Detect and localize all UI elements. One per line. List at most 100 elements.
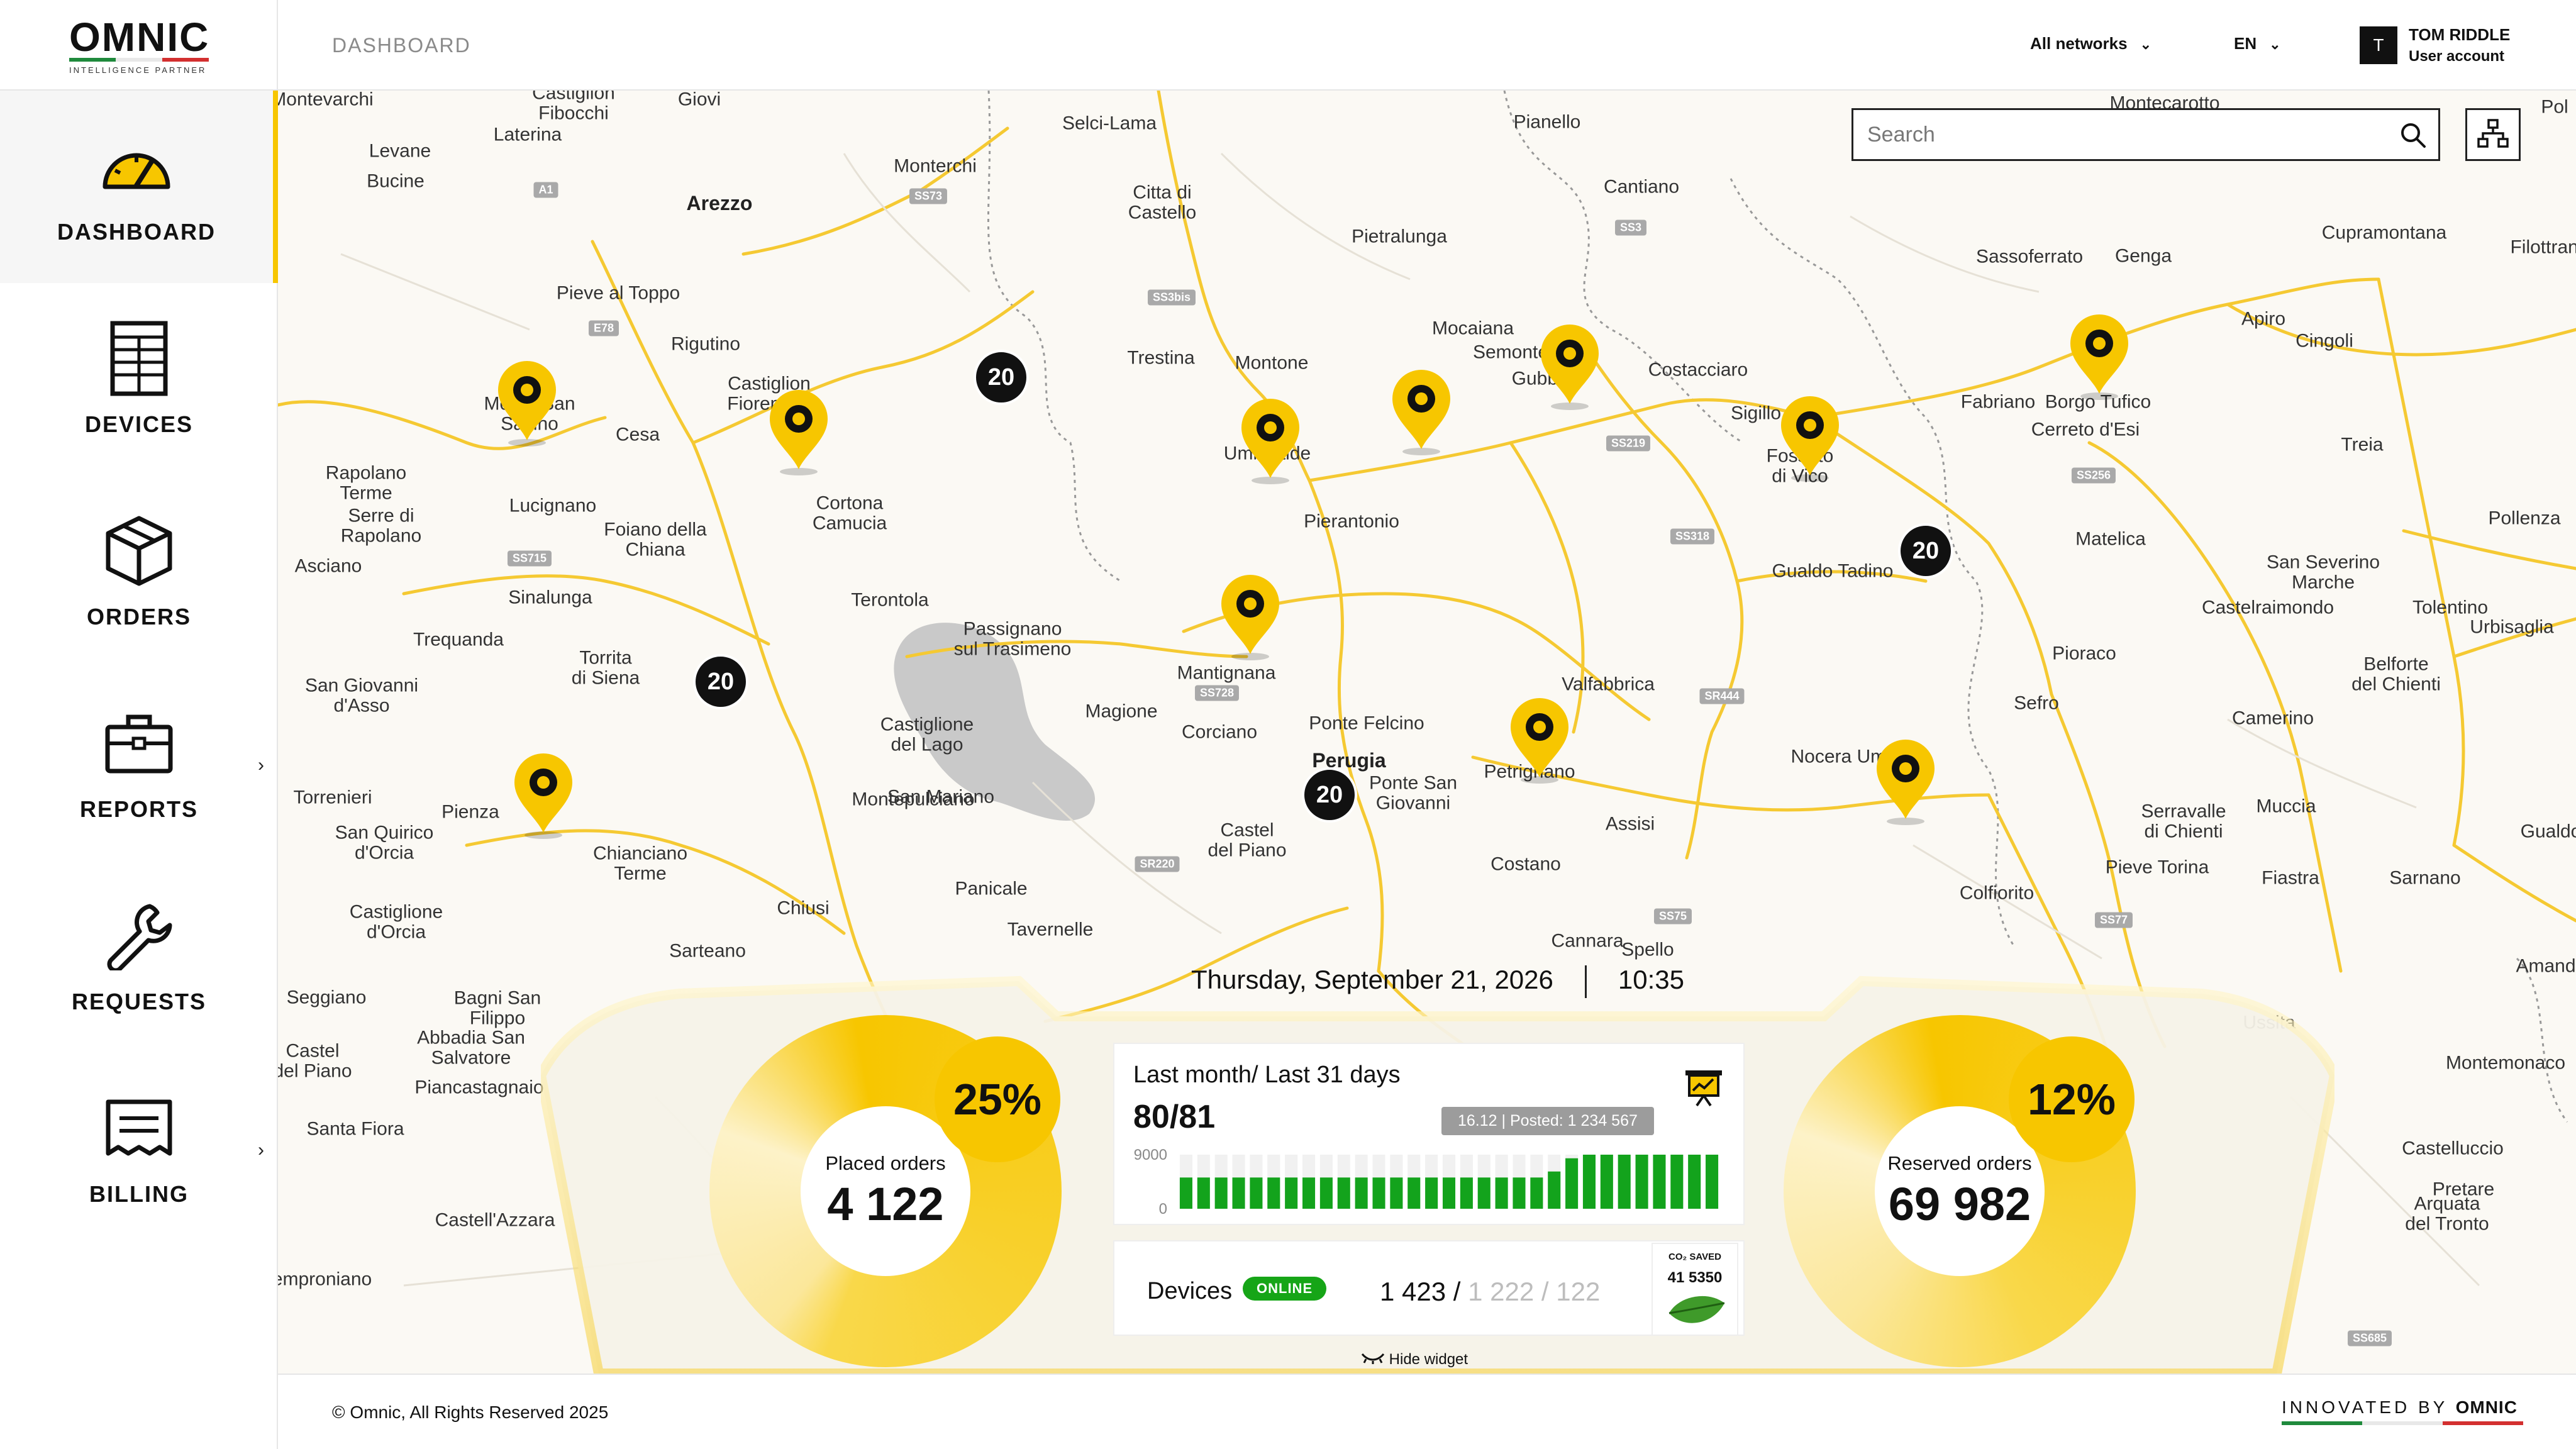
chart-bar[interactable] <box>1250 1177 1263 1209</box>
chart-bar[interactable] <box>1390 1177 1403 1209</box>
chart-bar[interactable] <box>1460 1177 1473 1209</box>
chevron-right-icon[interactable]: › <box>258 755 264 776</box>
map-place-label: Semproniano <box>278 1269 372 1290</box>
sidebar-item-billing[interactable]: BILLING › <box>0 1053 278 1245</box>
chart-bar[interactable] <box>1267 1177 1280 1209</box>
sidebar-item-label: DASHBOARD <box>57 219 216 245</box>
map-pin-marker[interactable] <box>2067 312 2132 400</box>
map-place-label: Chiusi <box>777 897 830 919</box>
map-pin-marker[interactable] <box>1389 367 1454 455</box>
devices-count-tertiary: 122 <box>1556 1277 1601 1306</box>
chart-bar[interactable] <box>1232 1177 1245 1209</box>
map-cluster-marker[interactable]: 20 <box>693 654 748 709</box>
chart-bar[interactable] <box>1688 1155 1701 1209</box>
map-place-label: Filottrano <box>2510 236 2576 258</box>
map-place-label: Citta di Castello <box>1128 182 1197 223</box>
chart-bar[interactable] <box>1407 1177 1421 1209</box>
chart-bar[interactable] <box>1635 1155 1648 1209</box>
brand-logo[interactable]: OMNIC INTELLIGENCE PARTNER <box>0 0 278 91</box>
chart-bar[interactable] <box>1600 1155 1613 1209</box>
map-place-label: Tavernelle <box>1007 919 1094 940</box>
chart-bar[interactable] <box>1565 1158 1579 1209</box>
chart-bar[interactable] <box>1582 1155 1596 1209</box>
chart-bar[interactable] <box>1548 1171 1561 1209</box>
language-select[interactable]: EN ⌄ <box>2234 34 2281 53</box>
map-place-label: Ponte Felcino <box>1309 713 1424 734</box>
road-shield: SS77 <box>2094 912 2133 928</box>
chart-bar[interactable] <box>1337 1177 1350 1209</box>
map-place-label: Castelluccio <box>2402 1138 2504 1159</box>
map-place-label: Trestina <box>1127 347 1195 369</box>
map-pin-marker[interactable] <box>494 358 560 447</box>
sidebar-item-devices[interactable]: DEVICES <box>0 283 278 475</box>
widget-time: 10:35 <box>1618 965 1684 994</box>
map-place-label: Arquata del Tronto <box>2405 1193 2489 1234</box>
chart-bar[interactable] <box>1706 1155 1719 1209</box>
chart-bar[interactable] <box>1302 1177 1316 1209</box>
road-shield: SS3 <box>1614 219 1647 236</box>
search-icon[interactable] <box>2399 121 2427 149</box>
devices-count-main: 1 423 <box>1380 1277 1446 1306</box>
map-pin-icon <box>1781 396 1839 482</box>
chevron-right-icon[interactable]: › <box>258 1140 264 1161</box>
map-place-label: Pioraco <box>2052 643 2116 664</box>
map-place-label: Santa Fiora <box>306 1118 404 1140</box>
chart-bar[interactable] <box>1285 1177 1298 1209</box>
map-pin-marker[interactable] <box>511 751 576 839</box>
chart-bar[interactable] <box>1197 1177 1210 1209</box>
chart-bar[interactable] <box>1442 1177 1456 1209</box>
co2-value: 41 5350 <box>1667 1269 1723 1286</box>
sidebar-item-orders[interactable]: ORDERS <box>0 475 278 668</box>
chart-bar[interactable] <box>1618 1155 1631 1209</box>
sidebar-item-reports[interactable]: REPORTS › <box>0 668 278 860</box>
map-place-label: Assisi <box>1605 813 1655 835</box>
map-place-label: San Quirico d'Orcia <box>335 822 434 863</box>
chart-bar[interactable] <box>1355 1177 1368 1209</box>
user-name[interactable]: TOM RIDDLE <box>2409 25 2510 45</box>
map-pin-marker[interactable] <box>1777 394 1843 482</box>
map-cluster-marker[interactable]: 20 <box>974 350 1029 405</box>
map-pin-marker[interactable] <box>1218 572 1283 660</box>
map-place-label: San Mariano <box>887 786 995 808</box>
network-select-value: All networks <box>2030 34 2128 53</box>
map-place-label: Lucignano <box>509 495 597 516</box>
wrench-icon <box>101 898 177 974</box>
chart-bar[interactable] <box>1513 1177 1526 1209</box>
map-place-label: Sarnano <box>2389 867 2461 889</box>
chart-bar[interactable] <box>1372 1177 1385 1209</box>
dashboard-widget: Thursday, September 21, 2026 10:35 Placed… <box>541 956 2334 1374</box>
map-pin-marker[interactable] <box>766 387 831 475</box>
map-cluster-marker[interactable]: 20 <box>1898 523 1953 579</box>
chart-bar[interactable] <box>1495 1177 1508 1209</box>
datetime-divider <box>1584 965 1587 998</box>
road-shield: A1 <box>533 182 558 198</box>
map-pin-marker[interactable] <box>1238 396 1303 484</box>
leaf-icon <box>1667 1292 1727 1333</box>
map-place-label: Piancastagnaio <box>414 1077 544 1098</box>
map-pin-icon <box>498 361 556 447</box>
map-cluster-marker[interactable]: 20 <box>1302 767 1357 823</box>
network-select[interactable]: All networks ⌄ <box>2030 34 2151 53</box>
hide-widget-button[interactable]: Hide widget <box>1361 1351 1468 1368</box>
sidebar-item-dashboard[interactable]: DASHBOARD <box>0 91 278 283</box>
chart-bar[interactable] <box>1179 1177 1192 1209</box>
chart-bar[interactable] <box>1653 1155 1666 1209</box>
map-place-label: Montevarchi <box>278 91 374 110</box>
chart-bar[interactable] <box>1319 1177 1333 1209</box>
map-pin-marker[interactable] <box>1537 322 1602 410</box>
chart-bar[interactable] <box>1214 1177 1228 1209</box>
sidebar-item-requests[interactable]: REQUESTS <box>0 860 278 1053</box>
road-shield: SS685 <box>2347 1330 2392 1346</box>
chart-bar[interactable] <box>1477 1177 1491 1209</box>
chart-bar[interactable] <box>1670 1155 1684 1209</box>
map-pin-marker[interactable] <box>1873 737 1938 825</box>
chart-bar[interactable] <box>1425 1177 1438 1209</box>
chart-bar[interactable] <box>1530 1177 1543 1209</box>
road-shield: SS715 <box>507 550 552 567</box>
map-pin-marker[interactable] <box>1507 696 1572 784</box>
orders-bar-chart[interactable]: 9000 0 <box>1114 1044 1746 1226</box>
network-tree-button[interactable] <box>2465 108 2521 161</box>
chart-y-tick-label: 9000 <box>1134 1146 1167 1163</box>
search-input[interactable] <box>1853 110 2394 159</box>
avatar[interactable]: T <box>2360 26 2397 64</box>
